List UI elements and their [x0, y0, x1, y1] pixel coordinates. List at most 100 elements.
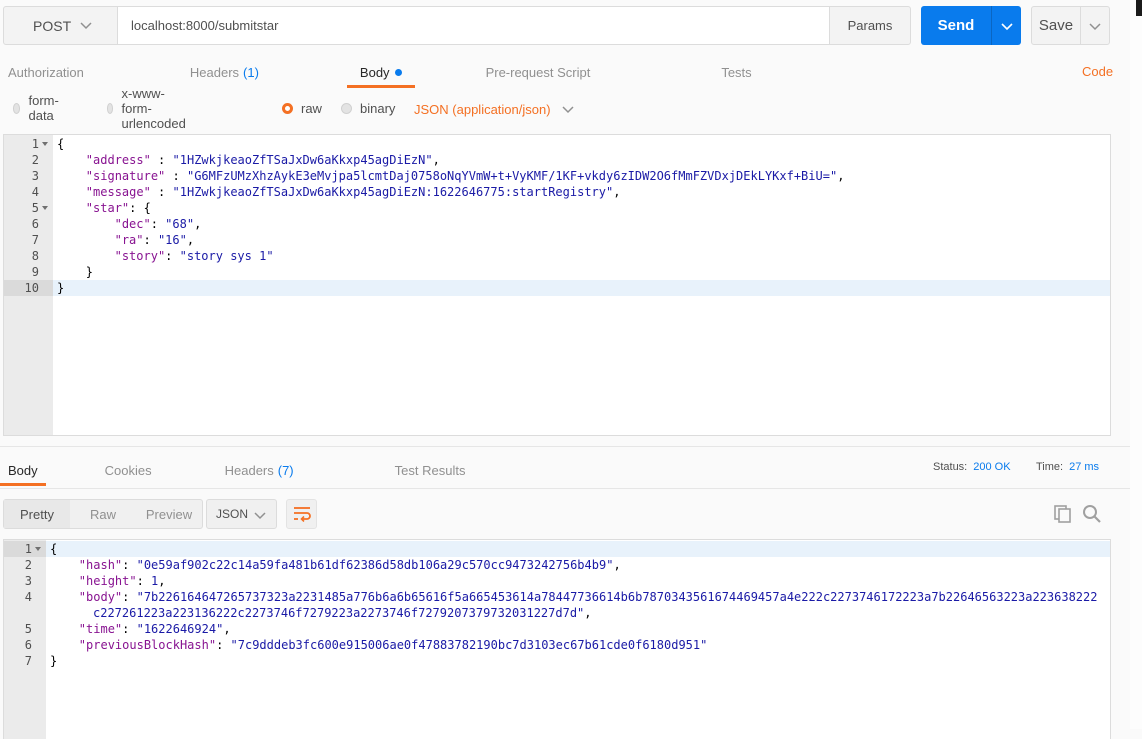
line-number: 1	[31, 137, 39, 151]
unsaved-dot-icon	[394, 68, 402, 76]
response-tab-test-results[interactable]: Test Results	[395, 454, 466, 486]
fold-arrow-icon[interactable]	[41, 200, 49, 216]
radio-raw[interactable]: raw	[282, 96, 322, 120]
code-text: "time": "1622646924",	[79, 621, 231, 637]
tab-label: Test Results	[394, 462, 466, 478]
code-line: 9}	[4, 264, 1110, 280]
send-button[interactable]: Send	[921, 6, 991, 45]
copy-button[interactable]	[1052, 503, 1074, 525]
tab-tests[interactable]: Tests	[721, 56, 751, 88]
status-value: 200 OK	[973, 461, 1011, 473]
params-label: Params	[847, 18, 893, 33]
chevron-down-icon	[1000, 22, 1013, 30]
tab-count: (1)	[243, 64, 259, 80]
format-select[interactable]: JSON	[206, 499, 277, 529]
chevron-down-icon	[80, 22, 92, 30]
send-dropdown-button[interactable]	[991, 6, 1021, 45]
token: "G6MFzUMzXhzAykE3eMvjpa5lcmtDaj0758oNqYV…	[186, 169, 838, 183]
line-number: 7	[31, 233, 39, 247]
params-button[interactable]: Params	[829, 6, 911, 45]
chevron-down-icon	[562, 106, 574, 114]
code-line: 7 "ra": "16",	[4, 232, 1110, 248]
radio-x-www-form-urlencoded[interactable]: x-www-form-urlencoded	[107, 86, 190, 131]
response-status: Status: 200 OK	[933, 461, 1011, 473]
code-text: "ra": "16",	[115, 232, 195, 248]
token: :	[143, 233, 158, 247]
token: "address"	[85, 153, 151, 167]
response-body-viewer[interactable]: 1{2 "hash": "0e59af902c22c14a59fa481b61df…	[3, 539, 1111, 739]
token: "story sys 1"	[179, 249, 274, 263]
token: "16"	[157, 233, 187, 247]
view-preview-button[interactable]: Preview	[136, 500, 202, 528]
fold-arrow-icon[interactable]	[41, 136, 49, 152]
line-number: 10	[24, 281, 39, 295]
search-button[interactable]	[1081, 503, 1103, 525]
radio-form-data[interactable]: form-data	[13, 93, 62, 123]
tab-authorization[interactable]: Authorization	[8, 56, 84, 88]
token: :	[122, 558, 137, 572]
token: :	[122, 622, 137, 636]
response-tab-cookies[interactable]: Cookies	[105, 454, 152, 486]
tab-headers[interactable]: Headers (1)	[190, 56, 259, 88]
code-link[interactable]: Code	[1082, 64, 1113, 79]
token: ,	[584, 606, 592, 620]
save-dropdown-button[interactable]	[1080, 6, 1110, 45]
code-text: "previousBlockHash": "7c9dddeb3fc600e915…	[79, 637, 708, 653]
token: "signature"	[85, 169, 166, 183]
radio-circle[interactable]	[282, 102, 293, 114]
format-label: JSON	[216, 507, 249, 521]
response-tab-body[interactable]: Body	[0, 454, 46, 486]
code-line: 6 "previousBlockHash": "7c9dddeb3fc600e91…	[4, 637, 1110, 653]
code-text: "body": "7b226164647265737323a2231485a77…	[79, 589, 1098, 605]
time-value: 27 ms	[1069, 461, 1100, 473]
response-divider	[0, 488, 1130, 489]
radio-circle[interactable]	[341, 102, 352, 114]
method-select[interactable]: POST	[3, 6, 118, 45]
token: "hash"	[78, 558, 123, 572]
fold-arrow-icon[interactable]	[34, 541, 42, 557]
tab-pre-request-script[interactable]: Pre-request Script	[486, 56, 591, 88]
code-line: 1{	[4, 541, 1110, 557]
code-line: 7}	[4, 653, 1110, 669]
tab-count: (7)	[277, 462, 294, 478]
token: "ra"	[114, 233, 144, 247]
radio-circle[interactable]	[107, 102, 114, 114]
code-line: 2 "hash": "0e59af902c22c14a59fa481b61df62…	[4, 557, 1110, 573]
url-input[interactable]: localhost:8000/submitstar	[118, 6, 830, 45]
window-scrollbar[interactable]	[1130, 0, 1142, 729]
code-line: 6 "dec": "68",	[4, 216, 1110, 232]
token: :	[150, 217, 166, 231]
token: ,	[186, 233, 195, 247]
token: ,	[432, 153, 440, 167]
token: "message"	[85, 185, 151, 199]
code-text: "hash": "0e59af902c22c14a59fa481b61df623…	[79, 557, 621, 573]
token: "story"	[114, 249, 166, 263]
token: :	[165, 169, 187, 183]
code-text: "signature" : "G6MFzUMzXhzAykE3eMvjpa5lc…	[86, 168, 845, 184]
wrap-lines-button[interactable]	[286, 499, 317, 529]
view-pretty-button[interactable]: Pretty	[4, 500, 70, 528]
token: "star"	[85, 201, 130, 215]
token: ,	[613, 185, 621, 199]
tab-label: Headers	[189, 64, 240, 80]
response-tab-headers[interactable]: Headers (7)	[225, 454, 294, 486]
token: ,	[194, 217, 202, 231]
line-number: 8	[31, 249, 39, 263]
token: }	[85, 265, 94, 279]
request-tabs: Authorization Headers (1) Body Pre-request S…	[0, 56, 752, 88]
save-button[interactable]: Save	[1031, 6, 1081, 45]
request-body-editor[interactable]: 1{2 "address" : "1HZwkjkeaoZfTSaJxDw6aKkx…	[3, 134, 1111, 436]
view-mode-group: Pretty Raw Preview	[3, 499, 203, 529]
line-number: 3	[24, 574, 32, 588]
radio-label: raw	[301, 100, 322, 116]
window-edge	[1136, 0, 1142, 16]
view-raw-button[interactable]: Raw	[70, 500, 136, 528]
radio-binary[interactable]: binary	[341, 96, 395, 120]
token: "7c9dddeb3fc600e915006ae0f47883782190bc7…	[230, 638, 708, 652]
radio-circle[interactable]	[13, 102, 21, 114]
tab-body[interactable]: Body	[346, 56, 415, 88]
content-type-select[interactable]: JSON (application/json)	[414, 97, 574, 121]
code-line: 3 "signature" : "G6MFzUMzXhzAykE3eMvjpa5l…	[4, 168, 1110, 184]
pane-divider[interactable]	[0, 446, 1130, 447]
tab-label: Pre-request Script	[485, 64, 591, 80]
